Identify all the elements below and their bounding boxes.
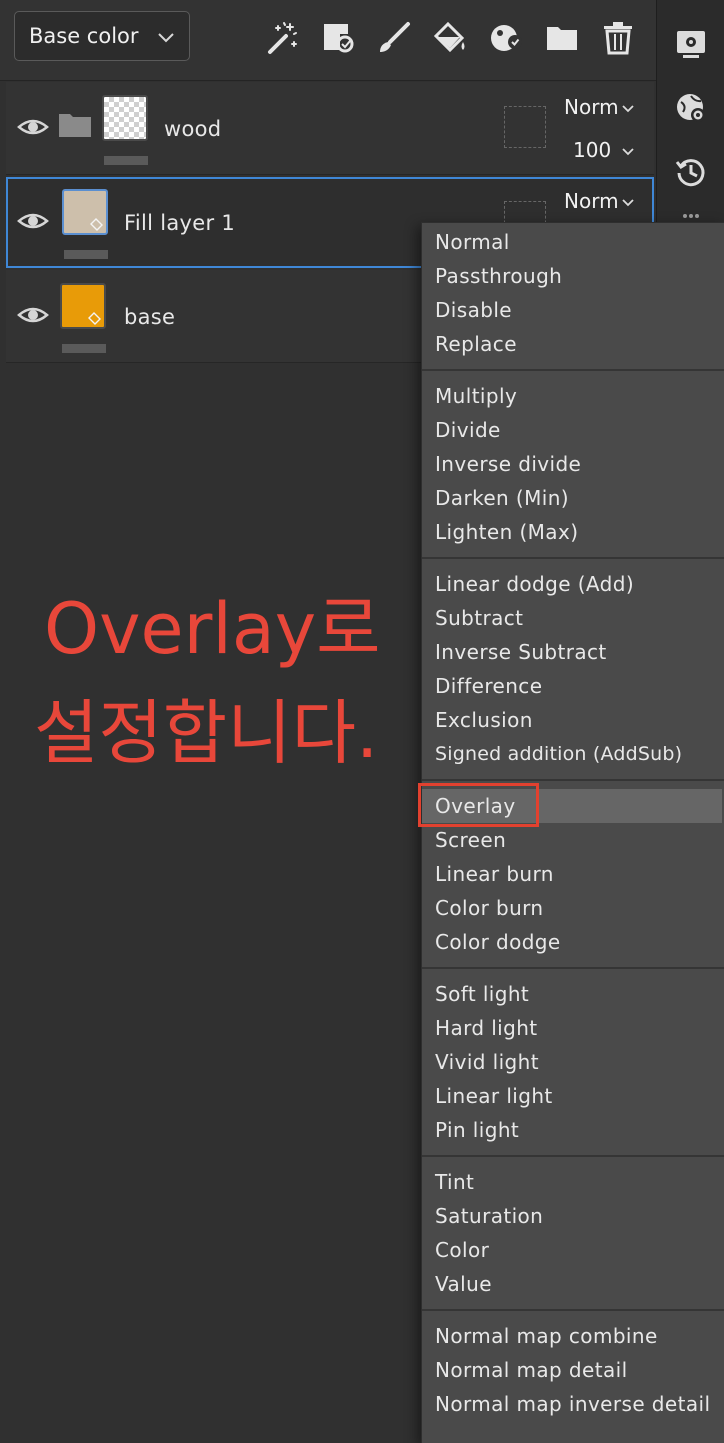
smart-mask-icon[interactable] (318, 18, 358, 58)
menu-item-exclusion[interactable]: Exclusion (422, 703, 722, 737)
layer-thumbnail (62, 189, 108, 235)
layer-name[interactable]: wood (164, 117, 221, 141)
menu-separator (422, 779, 724, 781)
layer-name[interactable]: base (124, 305, 175, 329)
eye-icon[interactable] (16, 298, 50, 332)
menu-item-linear-dodge[interactable]: Linear dodge (Add) (422, 567, 722, 601)
layer-row-wood[interactable]: wood Norm 100 (6, 82, 654, 175)
layer-toolbar: Base color (0, 0, 656, 81)
menu-item-screen[interactable]: Screen (422, 823, 722, 857)
menu-item-normal-map-combine[interactable]: Normal map combine (422, 1319, 722, 1353)
menu-item-divide[interactable]: Divide (422, 413, 722, 447)
layer-thumbnail (60, 283, 106, 329)
thumbnail-bar (62, 344, 106, 353)
menu-item-passthrough[interactable]: Passthrough (422, 259, 722, 293)
blend-mode-select[interactable]: Norm (564, 95, 635, 119)
brush-icon[interactable] (374, 18, 414, 58)
overlay-highlight-box (418, 783, 539, 827)
menu-item-color-burn[interactable]: Color burn (422, 891, 722, 925)
eye-icon[interactable] (16, 110, 50, 144)
menu-item-darken[interactable]: Darken (Min) (422, 481, 722, 515)
channel-select-value: Base color (29, 24, 139, 48)
fill-bucket-icon[interactable] (430, 18, 470, 58)
trash-icon[interactable] (598, 18, 638, 58)
menu-item-tint[interactable]: Tint (422, 1165, 722, 1199)
menu-item-difference[interactable]: Difference (422, 669, 722, 703)
layer-thumbnail (102, 95, 148, 141)
annotation-line-2: 설정합니다. (34, 692, 379, 774)
chevron-down-icon (158, 33, 174, 43)
menu-item-color-dodge[interactable]: Color dodge (422, 925, 722, 959)
menu-item-lighten[interactable]: Lighten (Max) (422, 515, 722, 549)
layer-name[interactable]: Fill layer 1 (124, 211, 235, 235)
menu-item-replace[interactable]: Replace (422, 327, 722, 361)
chevron-down-icon (622, 148, 634, 156)
menu-item-pin-light[interactable]: Pin light (422, 1113, 722, 1147)
history-icon[interactable] (671, 152, 711, 192)
smart-material-icon[interactable] (486, 18, 526, 58)
mask-slot[interactable] (504, 106, 546, 148)
chevron-down-icon (621, 105, 634, 113)
annotation-line-1: Overlay로 (44, 588, 381, 670)
folder-icon[interactable] (542, 18, 582, 58)
folder-icon (59, 114, 91, 137)
menu-item-normal[interactable]: Normal (422, 225, 722, 259)
menu-item-saturation[interactable]: Saturation (422, 1199, 722, 1233)
fill-bucket-icon (88, 312, 101, 325)
menu-item-normal-map-inverse-detail[interactable]: Normal map inverse detail (422, 1387, 722, 1421)
opacity-select[interactable]: 100 (573, 138, 635, 162)
blend-mode-value: Norm (564, 189, 619, 213)
menu-item-linear-light[interactable]: Linear light (422, 1079, 722, 1113)
menu-item-signed-addition[interactable]: Signed addition (AddSub) (422, 737, 722, 771)
menu-item-normal-map-detail[interactable]: Normal map detail (422, 1353, 722, 1387)
fill-bucket-icon (90, 218, 103, 231)
thumbnail-bar (104, 156, 148, 165)
menu-item-color[interactable]: Color (422, 1233, 722, 1267)
menu-separator (422, 1309, 724, 1311)
menu-item-disable[interactable]: Disable (422, 293, 722, 327)
menu-item-multiply[interactable]: Multiply (422, 379, 722, 413)
menu-separator (422, 557, 724, 559)
settings-icon[interactable] (671, 24, 711, 64)
menu-separator (422, 1155, 724, 1157)
menu-item-linear-burn[interactable]: Linear burn (422, 857, 722, 891)
channel-select[interactable]: Base color (14, 11, 190, 61)
menu-item-subtract[interactable]: Subtract (422, 601, 722, 635)
blend-mode-select[interactable]: Norm (564, 189, 635, 213)
menu-item-value[interactable]: Value (422, 1267, 722, 1301)
thumbnail-bar (64, 250, 108, 259)
magic-wand-icon[interactable] (262, 18, 302, 58)
menu-separator (422, 967, 724, 969)
menu-item-inverse-divide[interactable]: Inverse divide (422, 447, 722, 481)
eye-icon[interactable] (16, 204, 50, 238)
menu-separator (422, 369, 724, 371)
menu-item-inverse-subtract[interactable]: Inverse Subtract (422, 635, 722, 669)
opacity-value: 100 (573, 138, 612, 162)
menu-item-vivid-light[interactable]: Vivid light (422, 1045, 722, 1079)
menu-item-soft-light[interactable]: Soft light (422, 977, 722, 1011)
chevron-down-icon (621, 199, 634, 207)
blend-mode-value: Norm (564, 95, 619, 119)
menu-item-hard-light[interactable]: Hard light (422, 1011, 722, 1045)
environment-settings-icon[interactable] (671, 88, 711, 128)
blend-mode-dropdown: Normal Passthrough Disable Replace Multi… (421, 222, 724, 1443)
